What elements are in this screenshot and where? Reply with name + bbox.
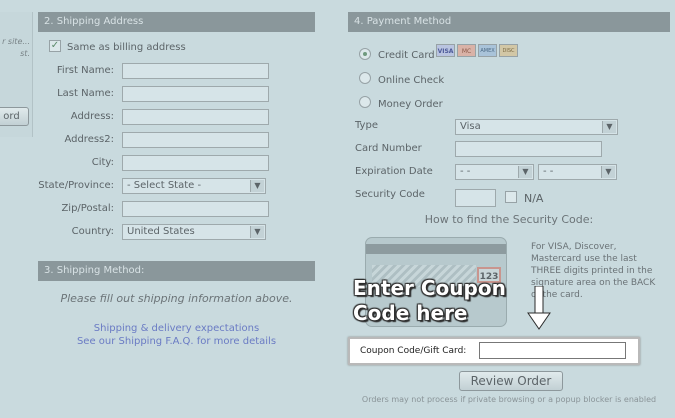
shipping-expectations-link[interactable]: Shipping & delivery expectations xyxy=(38,323,315,334)
exp-month-select[interactable]: - - ▼ xyxy=(455,164,534,180)
footer-note: Orders may not process if private browsi… xyxy=(361,395,657,404)
card-number-label: Card Number xyxy=(355,143,422,154)
how-to-find-heading: How to find the Security Code: xyxy=(424,213,594,226)
city-label: City: xyxy=(91,157,114,168)
coupon-field[interactable] xyxy=(479,342,626,359)
discover-logo-icon: DISC xyxy=(499,44,518,57)
na-label: N/A xyxy=(524,192,544,205)
payment-method-header: 4. Payment Method xyxy=(348,12,670,32)
chevron-down-icon: ▼ xyxy=(601,166,615,178)
credit-card-label: Credit Card xyxy=(378,50,435,61)
first-name-label: First Name: xyxy=(56,65,114,76)
exp-month-value: - - xyxy=(460,166,471,177)
money-order-label: Money Order xyxy=(378,99,443,110)
left-stub-hint: r site... st. xyxy=(0,36,30,60)
amex-logo-icon: AMEX xyxy=(478,44,497,57)
state-select[interactable]: - Select State - ▼ xyxy=(122,178,266,194)
card-type-select[interactable]: Visa ▼ xyxy=(455,119,618,135)
city-field[interactable] xyxy=(122,155,269,171)
left-stub-hint-line2: st. xyxy=(20,49,30,58)
last-name-label: Last Name: xyxy=(57,88,114,99)
country-label: Country: xyxy=(71,226,114,237)
chevron-down-icon: ▼ xyxy=(250,226,264,238)
address-label: Address: xyxy=(70,111,114,122)
chevron-down-icon: ▼ xyxy=(602,121,616,133)
same-as-billing-label: Same as billing address xyxy=(67,42,186,53)
exp-year-select[interactable]: - - ▼ xyxy=(538,164,617,180)
left-stub-hint-line1: r site... xyxy=(2,37,30,46)
shipping-method-header: 3. Shipping Method: xyxy=(38,261,315,281)
country-select-value: United States xyxy=(127,226,195,237)
card-logos: VISA MC AMEX DISC xyxy=(436,44,518,58)
zip-field[interactable] xyxy=(122,201,269,217)
coupon-callout: Enter Coupon Code here xyxy=(353,276,506,326)
first-name-field[interactable] xyxy=(122,63,269,79)
left-stub-button[interactable]: ord xyxy=(0,107,29,126)
down-arrow-icon xyxy=(527,286,551,330)
coupon-label: Coupon Code/Gift Card: xyxy=(360,346,467,356)
card-type-label: Type xyxy=(355,120,378,131)
online-check-radio[interactable] xyxy=(359,72,371,84)
mastercard-logo-icon: MC xyxy=(457,44,476,57)
review-order-button[interactable]: Review Order xyxy=(459,371,563,391)
coupon-callout-line1: Enter Coupon xyxy=(353,276,506,300)
state-select-value: - Select State - xyxy=(127,180,202,191)
address2-label: Address2: xyxy=(64,134,114,145)
card-type-value: Visa xyxy=(460,121,481,132)
card-number-field[interactable] xyxy=(455,141,602,157)
same-as-billing-checkbox[interactable]: ✓ xyxy=(49,40,61,52)
last-name-field[interactable] xyxy=(122,86,269,102)
state-label: State/Province: xyxy=(38,180,114,191)
online-check-label: Online Check xyxy=(378,75,445,86)
shipping-method-message: Please fill out shipping information abo… xyxy=(60,292,293,305)
money-order-radio[interactable] xyxy=(359,96,371,108)
address2-field[interactable] xyxy=(122,132,269,148)
magnetic-stripe xyxy=(366,244,506,254)
security-code-field[interactable] xyxy=(455,189,496,207)
na-checkbox[interactable] xyxy=(505,191,517,203)
coupon-callout-line2: Code here xyxy=(353,301,468,325)
chevron-down-icon: ▼ xyxy=(518,166,532,178)
expiration-label: Expiration Date xyxy=(355,166,433,177)
credit-card-radio[interactable] xyxy=(359,48,371,60)
shipping-faq-link[interactable]: See our Shipping F.A.Q. for more details xyxy=(38,336,315,347)
security-code-label: Security Code xyxy=(355,189,425,200)
visa-logo-icon: VISA xyxy=(436,44,455,57)
zip-label: Zip/Postal: xyxy=(61,203,114,214)
chevron-down-icon: ▼ xyxy=(250,180,264,192)
shipping-address-header: 2. Shipping Address xyxy=(38,12,315,32)
country-select[interactable]: United States ▼ xyxy=(122,224,266,240)
address-field[interactable] xyxy=(122,109,269,125)
exp-year-value: - - xyxy=(543,166,554,177)
